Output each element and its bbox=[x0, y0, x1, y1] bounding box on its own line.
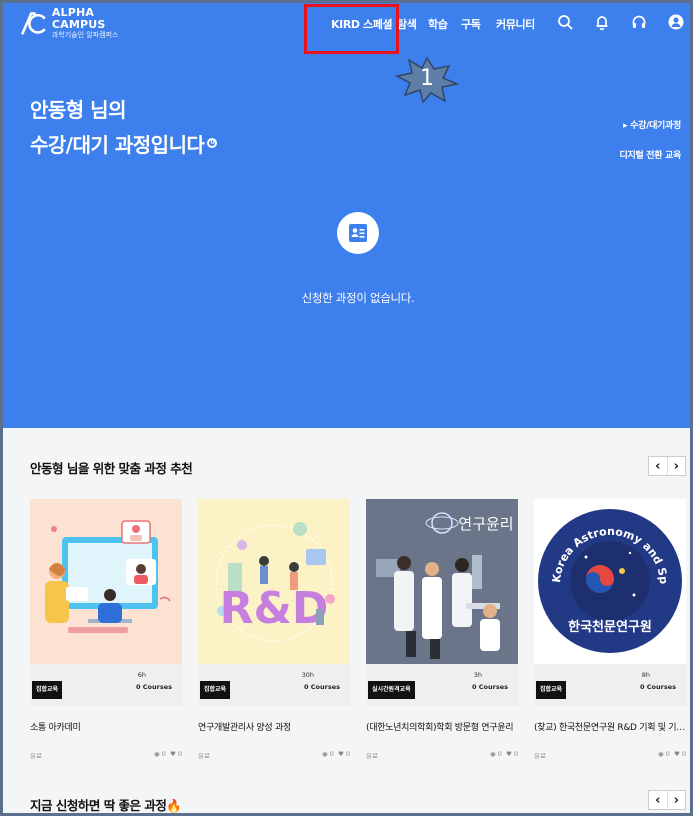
course-footer: 유료 ◉ 0 ♥ 0 bbox=[534, 750, 686, 760]
likes-count: ♥ 0 bbox=[673, 750, 686, 758]
kasi-emblem-illustration: Korea Astronomy and Space Science Instit… bbox=[534, 499, 686, 664]
likes-count: ♥ 0 bbox=[169, 750, 182, 758]
empty-courses-icon bbox=[337, 212, 379, 254]
brand-subtitle: 과학기술인 알파캠퍼스 bbox=[51, 30, 119, 39]
course-type-badge: 집합교육 bbox=[32, 681, 63, 699]
menu-item-explore[interactable]: 탐색 bbox=[397, 16, 417, 32]
menu-item-subscribe[interactable]: 구독 bbox=[461, 16, 481, 32]
annotation-step-badge: 1 bbox=[394, 56, 460, 104]
course-card[interactable]: 연구윤리 실시간원격교육 3h 0 Courses (대한노년치의학회)학회 방… bbox=[366, 499, 518, 767]
hero-title: 안동형 님의 수강/대기 과정입니다 0 bbox=[30, 93, 218, 163]
course-stats: ◉ 0 ♥ 0 bbox=[154, 750, 182, 758]
recommend2-section-title: 지금 신청하면 딱 좋은 과정🔥 bbox=[30, 795, 182, 814]
menu-item-community[interactable]: 커뮤니티 bbox=[496, 16, 535, 32]
course-card[interactable]: Korea Astronomy and Space Science Instit… bbox=[534, 499, 686, 767]
id-card-icon bbox=[349, 224, 367, 242]
carousel-prev-button[interactable]: ‹ bbox=[649, 457, 667, 475]
course-title[interactable]: 소통 아카데미 bbox=[30, 720, 182, 733]
course-title[interactable]: (대한노년치의학회)학회 방문형 연구윤리 bbox=[366, 720, 518, 733]
course-meta: 집합교육 8h 0 Courses bbox=[534, 664, 686, 706]
recommend-carousel-nav: ‹ › bbox=[648, 456, 686, 476]
course-hours: 8h bbox=[641, 671, 650, 679]
course-title[interactable]: (찾교) 한국천문연구원 R&D 기획 및 기술… bbox=[534, 720, 686, 733]
link-enrolled-courses[interactable]: ▸ 수강/대기과정 bbox=[619, 118, 681, 131]
recommend-section-title: 안동형 님을 위한 맞춤 과정 추천 bbox=[30, 461, 193, 476]
course-type-badge: 집합교육 bbox=[536, 681, 567, 699]
search-icon[interactable] bbox=[556, 13, 574, 31]
carousel-prev-button[interactable]: ‹ bbox=[649, 791, 667, 809]
course-thumbnail: Korea Astronomy and Space Science Instit… bbox=[534, 499, 686, 664]
recommend2-carousel-nav: ‹ › bbox=[648, 790, 686, 810]
likes-count: ♥ 0 bbox=[337, 750, 350, 758]
bell-icon[interactable] bbox=[593, 13, 611, 31]
enrolled-count-badge: 0 bbox=[207, 137, 218, 148]
course-thumbnail: R&D bbox=[198, 499, 350, 664]
rnd-illustration: R&D bbox=[198, 499, 350, 664]
course-hours: 30h bbox=[301, 671, 314, 679]
course-stats: ◉ 0 ♥ 0 bbox=[490, 750, 518, 758]
course-type-badge: 실시간원격교육 bbox=[368, 681, 415, 699]
carousel-next-button[interactable]: › bbox=[666, 457, 686, 475]
online-meeting-illustration bbox=[30, 499, 182, 664]
course-title[interactable]: 연구개발관리사 양성 과정 bbox=[198, 720, 350, 733]
ethics-title-text: 연구윤리 bbox=[458, 515, 513, 533]
headset-icon[interactable] bbox=[630, 13, 648, 31]
carousel-next-button[interactable]: › bbox=[666, 791, 686, 809]
user-icon[interactable] bbox=[667, 13, 685, 31]
course-thumbnail: 연구윤리 bbox=[366, 499, 518, 664]
course-type-badge: 집합교육 bbox=[200, 681, 231, 699]
course-meta: 집합교육 30h 0 Courses bbox=[198, 664, 350, 706]
course-price: 유료 bbox=[366, 752, 378, 760]
main-menu: KIRD 스페셜 탐색 학습 구독 커뮤니티 bbox=[0, 16, 693, 32]
views-count: ◉ 0 bbox=[489, 750, 502, 758]
research-ethics-illustration: 연구윤리 bbox=[366, 499, 518, 664]
top-navigation: ALPHA CAMPUS 과학기술인 알파캠퍼스 KIRD 스페셜 탐색 학습 … bbox=[0, 0, 693, 46]
course-hours: 3h bbox=[473, 671, 482, 679]
course-price: 유료 bbox=[30, 752, 42, 760]
course-count: 0 Courses bbox=[303, 683, 340, 691]
hero-section: ALPHA CAMPUS 과학기술인 알파캠퍼스 KIRD 스페셜 탐색 학습 … bbox=[0, 0, 693, 428]
course-stats: ◉ 0 ♥ 0 bbox=[658, 750, 686, 758]
course-hours: 6h bbox=[137, 671, 146, 679]
course-footer: 유료 ◉ 0 ♥ 0 bbox=[30, 750, 182, 760]
hero-title-line1: 안동형 님의 bbox=[30, 98, 126, 122]
course-meta: 집합교육 6h 0 Courses bbox=[30, 664, 182, 706]
course-footer: 유료 ◉ 0 ♥ 0 bbox=[198, 750, 350, 760]
views-count: ◉ 0 bbox=[657, 750, 670, 758]
fire-icon: 🔥 bbox=[166, 798, 182, 813]
menu-item-kird-special[interactable]: KIRD 스페셜 bbox=[331, 16, 393, 32]
hero-title-line2: 수강/대기 과정입니다 bbox=[30, 133, 205, 157]
course-price: 유료 bbox=[534, 752, 546, 760]
link-digital-transformation[interactable]: 디지털 전환 교육 bbox=[619, 148, 681, 161]
course-stats: ◉ 0 ♥ 0 bbox=[322, 750, 350, 758]
empty-courses-message: 신청한 과정이 없습니다. bbox=[301, 291, 415, 305]
likes-count: ♥ 0 bbox=[505, 750, 518, 758]
hero-side-links: ▸ 수강/대기과정 디지털 전환 교육 bbox=[619, 118, 681, 178]
recommend2-title-text: 지금 신청하면 딱 좋은 과정 bbox=[30, 798, 167, 813]
course-footer: 유료 ◉ 0 ♥ 0 bbox=[366, 750, 518, 760]
views-count: ◉ 0 bbox=[153, 750, 166, 758]
menu-item-learning[interactable]: 학습 bbox=[428, 16, 448, 32]
course-price: 유료 bbox=[198, 752, 210, 760]
annotation-step-number: 1 bbox=[420, 66, 434, 91]
course-meta: 실시간원격교육 3h 0 Courses bbox=[366, 664, 518, 706]
course-count: 0 Courses bbox=[135, 683, 172, 691]
rnd-text: R&D bbox=[220, 583, 329, 634]
course-count: 0 Courses bbox=[471, 683, 508, 691]
course-thumbnail bbox=[30, 499, 182, 664]
course-card[interactable]: R&D 집합교육 30h 0 Courses 연구개발관리사 양성 과정 유료 … bbox=[198, 499, 350, 767]
course-card[interactable]: 집합교육 6h 0 Courses 소통 아카데미 유료 ◉ 0 ♥ 0 bbox=[30, 499, 182, 767]
course-count: 0 Courses bbox=[639, 683, 676, 691]
views-count: ◉ 0 bbox=[321, 750, 334, 758]
kasi-name-text: 한국천문연구원 bbox=[568, 619, 652, 635]
